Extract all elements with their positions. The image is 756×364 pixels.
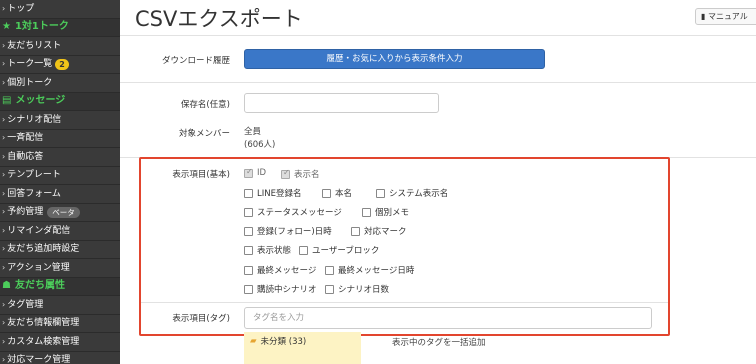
chevron-right-icon: › — [2, 299, 6, 309]
highlight-frame — [139, 157, 670, 336]
sidebar-item-auto-reply[interactable]: › 自動応答 — [0, 148, 120, 167]
star-icon: ★ — [2, 21, 11, 32]
book-icon: ▮ — [701, 12, 708, 21]
sidebar-item-response-mark[interactable]: › 対応マーク管理 — [0, 352, 120, 364]
sidebar: › トップ ★ 1対1トーク › 友だちリスト › トーク一覧 2 › 個別トーク ▤ メッセ… — [0, 0, 120, 364]
divider — [120, 82, 756, 83]
chevron-right-icon: › — [2, 170, 6, 179]
chevron-right-icon: › — [2, 188, 6, 198]
sidebar-item-top[interactable]: › トップ — [0, 0, 120, 19]
sidebar-item-template[interactable]: › テンプレート — [0, 167, 120, 185]
chevron-right-icon: › — [2, 244, 6, 253]
chevron-right-icon: › — [2, 336, 6, 346]
page-title: CSVエクスポート — [135, 7, 303, 31]
tag-folder-row[interactable]: ▰ 未分類 (33) — [244, 332, 361, 364]
add-all-tags-note[interactable]: 表示中のタグを一括追加 — [392, 336, 486, 348]
chevron-right-icon: › — [2, 77, 6, 87]
chevron-right-icon: › — [2, 355, 6, 364]
people-icon: ☗ — [2, 280, 11, 291]
chevron-right-icon: › — [2, 3, 6, 13]
chevron-right-icon: › — [2, 262, 6, 272]
sidebar-item-action-manage[interactable]: › アクション管理 — [0, 259, 120, 278]
target-member-value: 全員 (606人) — [244, 127, 276, 150]
download-history-label: ダウンロード履歴 — [161, 56, 230, 66]
sidebar-item-custom-search[interactable]: › カスタム検索管理 — [0, 333, 120, 352]
chat-icon: ▤ — [2, 95, 12, 106]
chevron-right-icon: › — [2, 151, 6, 161]
chevron-right-icon: › — [2, 133, 6, 142]
sidebar-item-talk-list[interactable]: › トーク一覧 2 — [0, 56, 120, 74]
chevron-right-icon: › — [2, 207, 6, 216]
sidebar-item-friend-add-settings[interactable]: › 友だち追加時設定 — [0, 241, 120, 259]
sidebar-item-reminder[interactable]: › リマインダ配信 — [0, 222, 120, 241]
target-member-label: 対象メンバー — [178, 129, 230, 139]
main-content: CSVエクスポート ▮ マニュアル ダウンロード履歴 履歴・お気に入りから表示条… — [120, 0, 756, 364]
sidebar-item-friend-info-manage[interactable]: › 友だち情報欄管理 — [0, 315, 120, 333]
chevron-right-icon: › — [2, 225, 6, 235]
manual-button[interactable]: ▮ マニュアル — [695, 8, 756, 25]
sidebar-item-individual-talk[interactable]: › 個別トーク — [0, 74, 120, 93]
chevron-right-icon: › — [2, 59, 6, 68]
sidebar-item-tag-manage[interactable]: › タグ管理 — [0, 296, 120, 315]
sidebar-item-friend-list[interactable]: › 友だちリスト — [0, 37, 120, 56]
chevron-right-icon: › — [2, 40, 6, 50]
chevron-right-icon: › — [2, 114, 6, 124]
sidebar-item-broadcast[interactable]: › 一斉配信 — [0, 130, 120, 148]
divider — [120, 35, 756, 36]
chevron-right-icon: › — [2, 318, 6, 327]
sidebar-section-friend-attributes: ☗ 友だち属性 — [0, 277, 120, 296]
sidebar-item-answer-form[interactable]: › 回答フォーム — [0, 185, 120, 204]
save-name-label: 保存名(任意) — [180, 100, 230, 110]
sidebar-section-one-to-one: ★ 1対1トーク — [0, 18, 120, 37]
beta-badge: ベータ — [47, 206, 80, 218]
sidebar-section-message: ▤ メッセージ — [0, 92, 120, 111]
unread-badge: 2 — [55, 58, 69, 70]
sidebar-item-reservation[interactable]: › 予約管理 ベータ — [0, 204, 120, 222]
folder-icon: ▰ — [250, 336, 257, 346]
history-favorites-button[interactable]: 履歴・お気に入りから表示条件入力 — [244, 49, 545, 69]
save-name-input[interactable] — [244, 93, 439, 113]
sidebar-item-scenario[interactable]: › シナリオ配信 — [0, 111, 120, 130]
